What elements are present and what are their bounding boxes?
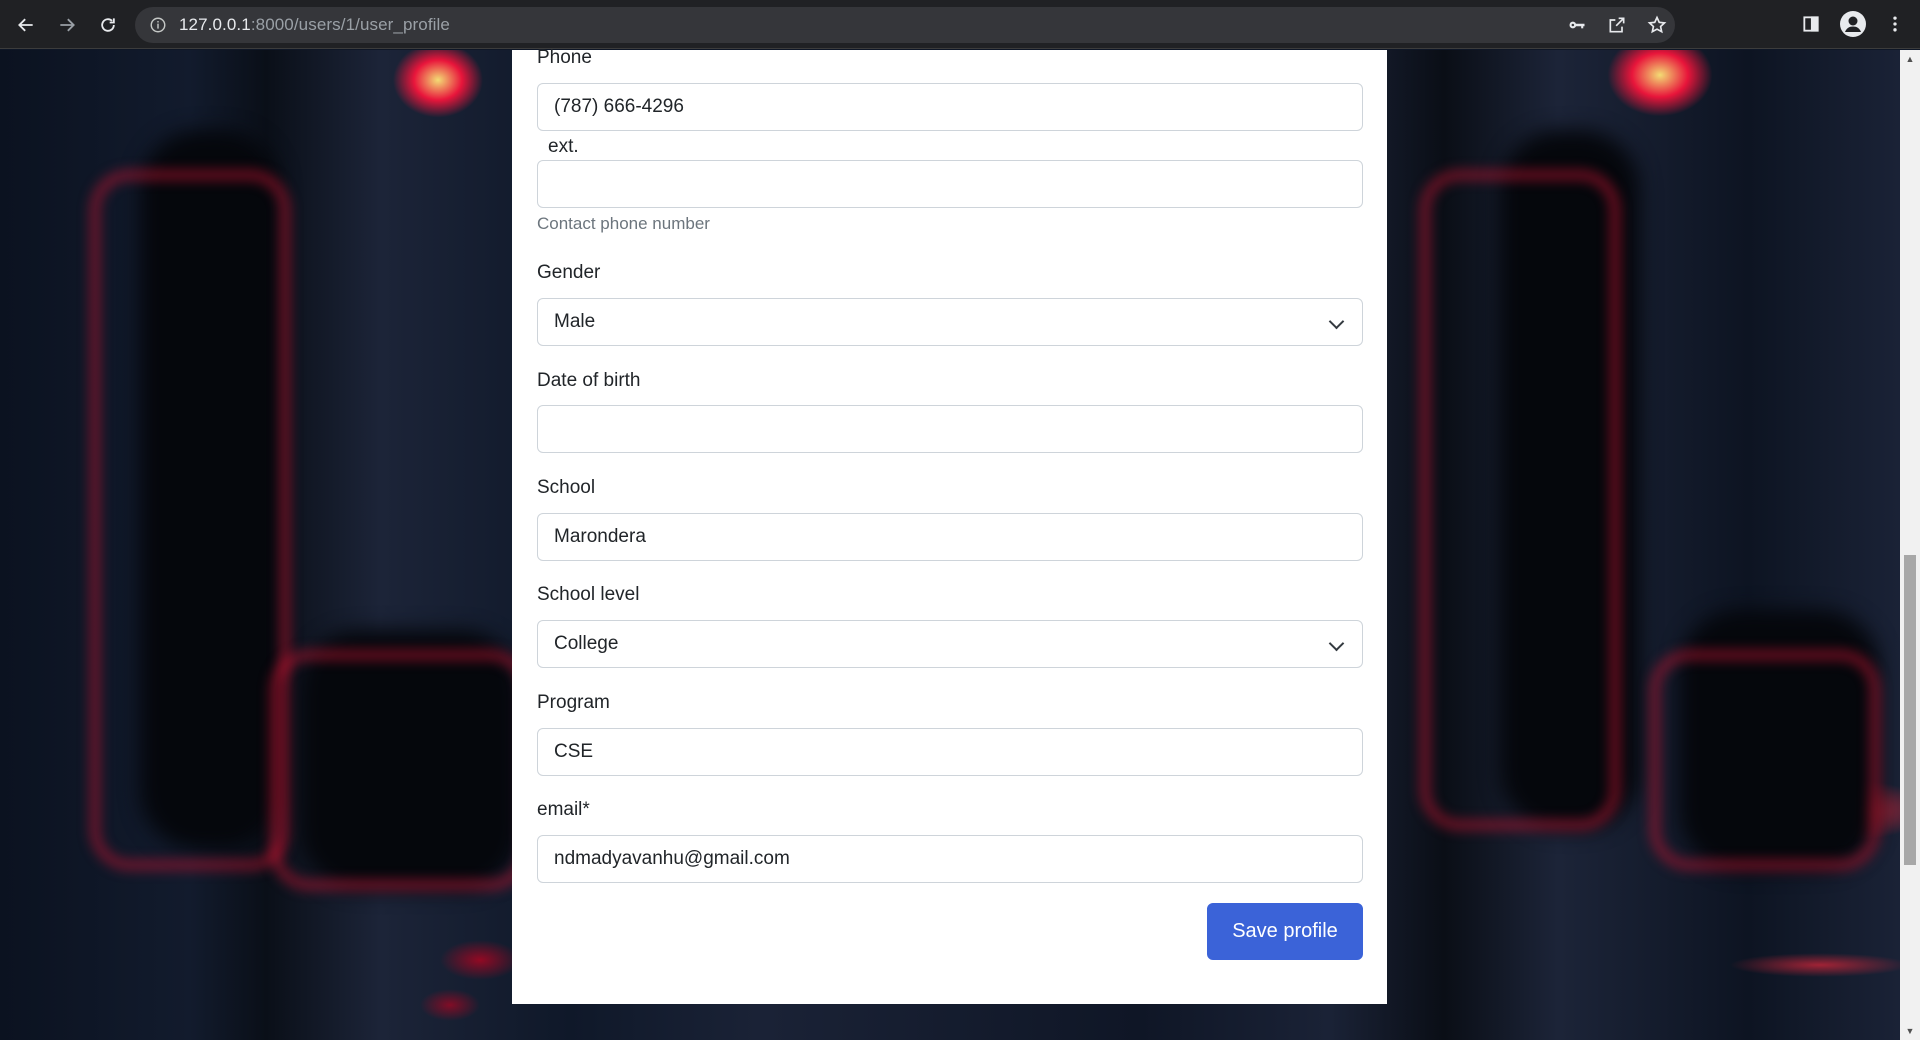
background-glow <box>1420 170 1620 830</box>
back-icon[interactable] <box>10 9 42 41</box>
reload-icon[interactable] <box>92 9 124 41</box>
profile-form-card: Phone (787) 666-4296 ext. Contact phone … <box>512 47 1387 1004</box>
program-input[interactable]: CSE <box>537 728 1363 776</box>
scroll-down-arrow-icon[interactable]: ▼ <box>1900 1022 1920 1040</box>
school-label: School <box>537 477 596 498</box>
phone-help-text: Contact phone number <box>537 214 710 233</box>
phone-label: Phone <box>537 47 592 68</box>
url-path: :8000/users/1/user_profile <box>250 15 450 34</box>
page-scrollbar[interactable]: ▲ ▼ <box>1900 50 1920 1040</box>
forward-icon[interactable] <box>51 9 83 41</box>
ext-label: ext. <box>548 136 579 157</box>
url-host: 127.0.0.1 <box>179 15 251 34</box>
school-level-label: School level <box>537 584 640 605</box>
school-input[interactable]: Marondera <box>537 513 1363 561</box>
gender-select[interactable]: Male <box>537 298 1363 346</box>
email-label: email* <box>537 799 590 820</box>
background-glow <box>90 170 290 870</box>
dob-input[interactable] <box>537 405 1363 453</box>
scroll-thumb[interactable] <box>1904 555 1916 865</box>
email-input[interactable]: ndmadyavanhu@gmail.com <box>537 835 1363 883</box>
ext-input[interactable] <box>537 160 1363 208</box>
background-glow <box>270 650 530 890</box>
browser-toolbar: 127.0.0.1:8000/users/1/user_profile <box>0 0 1920 49</box>
program-label: Program <box>537 692 610 713</box>
gender-label: Gender <box>537 262 601 283</box>
save-profile-button[interactable]: Save profile <box>1207 903 1363 960</box>
phone-input[interactable]: (787) 666-4296 <box>537 83 1363 131</box>
info-icon[interactable] <box>149 16 167 34</box>
star-icon[interactable] <box>1645 13 1669 37</box>
sidepanel-icon[interactable] <box>1796 9 1826 39</box>
gender-selected-value: Male <box>554 311 596 332</box>
profile-icon[interactable] <box>1840 11 1866 37</box>
share-icon[interactable] <box>1605 13 1629 37</box>
dob-label: Date of birth <box>537 370 641 391</box>
school-level-select[interactable]: College <box>537 620 1363 668</box>
url-text: 127.0.0.1:8000/users/1/user_profile <box>179 15 450 35</box>
school-level-selected-value: College <box>554 633 619 654</box>
background-glow <box>1650 650 1880 870</box>
address-bar[interactable]: 127.0.0.1:8000/users/1/user_profile <box>135 7 1675 43</box>
scroll-up-arrow-icon[interactable]: ▲ <box>1900 50 1920 68</box>
menu-icon[interactable] <box>1880 9 1910 39</box>
key-icon[interactable] <box>1565 13 1589 37</box>
